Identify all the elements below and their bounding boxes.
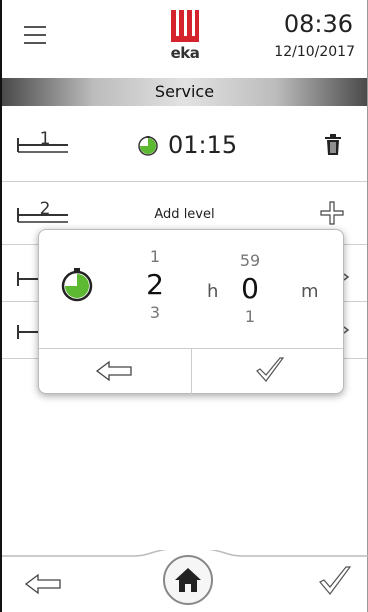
minutes-next-value[interactable]: 1 bbox=[229, 306, 271, 328]
logo-text: eka bbox=[170, 44, 200, 62]
eka-logo: eka bbox=[168, 10, 202, 62]
divider bbox=[191, 349, 192, 395]
clock-time: 08:36 bbox=[283, 10, 353, 38]
hours-current-value[interactable]: 2 bbox=[135, 268, 175, 302]
page-title: Service bbox=[2, 78, 367, 106]
trash-icon[interactable] bbox=[324, 134, 342, 156]
level-row-1[interactable]: 1 01:15 bbox=[2, 108, 367, 182]
clock-date: 12/10/2017 bbox=[274, 44, 355, 60]
hamburger-icon[interactable] bbox=[24, 26, 46, 46]
eka-logo-mark bbox=[171, 10, 199, 42]
checkmark-icon[interactable] bbox=[318, 564, 352, 598]
checkmark-icon[interactable] bbox=[255, 355, 285, 385]
home-button[interactable] bbox=[163, 555, 213, 605]
plus-icon[interactable] bbox=[320, 201, 344, 225]
hours-unit-label: h bbox=[207, 281, 219, 302]
minutes-unit-label: m bbox=[301, 281, 319, 302]
hours-picker[interactable]: 1 2 3 bbox=[135, 246, 175, 324]
home-icon bbox=[175, 568, 201, 592]
add-level-label[interactable]: Add level bbox=[2, 207, 367, 222]
timer-icon bbox=[138, 136, 158, 156]
time-picker-dialog: 1 2 3 h 59 0 1 m bbox=[38, 229, 344, 395]
minutes-prev-value[interactable]: 59 bbox=[229, 250, 271, 272]
hours-prev-value[interactable]: 1 bbox=[135, 246, 175, 268]
shelf-level-icon: 1 bbox=[16, 130, 70, 154]
timer-icon bbox=[61, 268, 93, 302]
app-screen: eka 08:36 12/10/2017 Service 1 01:15 2 A… bbox=[0, 0, 368, 612]
arrow-left-icon[interactable] bbox=[24, 572, 64, 596]
arrow-left-icon[interactable] bbox=[95, 359, 135, 383]
dialog-actions bbox=[39, 348, 343, 395]
header: eka 08:36 12/10/2017 bbox=[2, 0, 367, 78]
minutes-current-value[interactable]: 0 bbox=[229, 272, 271, 306]
level-number: 1 bbox=[39, 129, 51, 149]
level-timer-value[interactable]: 01:15 bbox=[168, 131, 237, 159]
minutes-picker[interactable]: 59 0 1 bbox=[229, 250, 271, 328]
hours-next-value[interactable]: 3 bbox=[135, 302, 175, 324]
bottom-navigation bbox=[2, 550, 368, 612]
